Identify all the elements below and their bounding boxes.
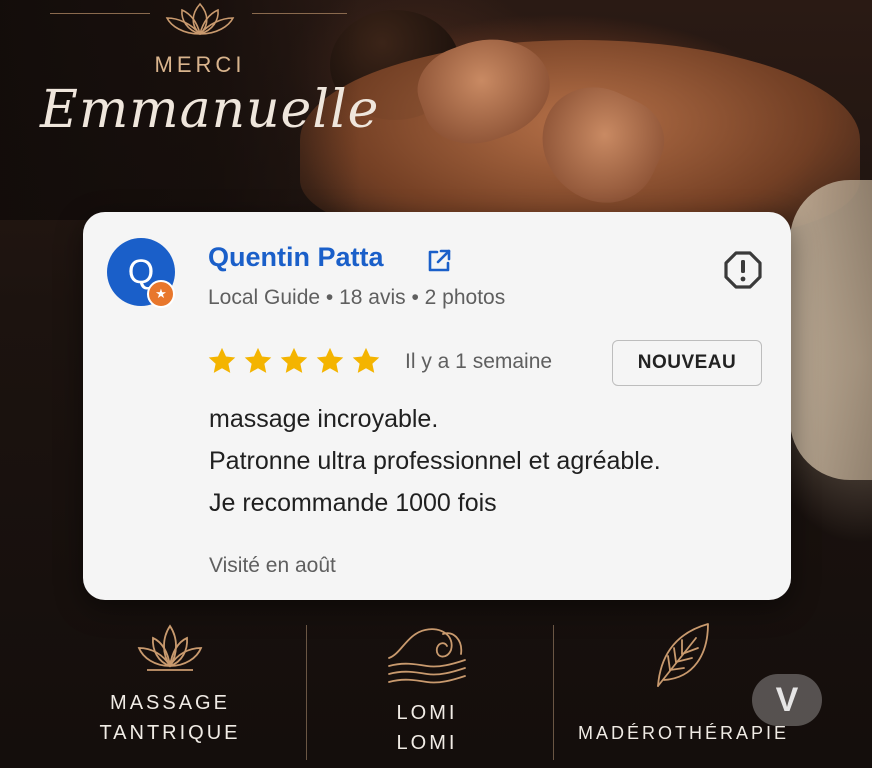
feature-lomi-lomi: LOMI LOMI (342, 620, 512, 758)
visited-date: Visité en août (209, 554, 336, 577)
feature-massage-tantrique: MASSAGE TANTRIQUE (80, 620, 260, 748)
review-line: Je recommande 1000 fois (209, 489, 497, 517)
review-card: Q ★ Quentin Patta Local Guide • 18 avis … (83, 212, 791, 600)
external-link-icon[interactable] (426, 248, 452, 274)
rating-stars (207, 346, 381, 376)
review-line: massage incroyable. (209, 405, 439, 433)
review-time: Il y a 1 semaine (405, 350, 553, 373)
header-line-right (252, 13, 347, 14)
new-badge: NOUVEAU (612, 340, 762, 386)
feature-maderotherapie: MADÉROTHÉRAPIE (578, 620, 786, 748)
lotus-icon (137, 624, 203, 671)
merci-heading: MERCI (154, 52, 246, 77)
header-line-left (50, 13, 150, 14)
star-icon (244, 347, 272, 373)
feature-label-line1: MASSAGE (110, 692, 230, 714)
review-text: massage incroyable. Patronne ultra profe… (209, 398, 661, 524)
local-guide-star-icon: ★ (147, 280, 175, 308)
name-script: Emmanuelle (40, 80, 380, 140)
reviewer-name[interactable]: Quentin Patta (208, 242, 384, 273)
lotus-icon (165, 2, 235, 36)
watermark-logo: V (752, 674, 822, 726)
feature-label-line1: MADÉROTHÉRAPIE (578, 723, 790, 743)
review-line: Patronne ultra professionnel et agréable… (209, 447, 661, 475)
star-icon (316, 347, 344, 373)
feature-label-line2: LOMI (396, 732, 458, 754)
star-icon (352, 347, 380, 373)
feature-label-line1: LOMI (396, 702, 458, 724)
reviewer-meta: Local Guide • 18 avis • 2 photos (208, 286, 506, 309)
feature-label-line2: TANTRIQUE (99, 722, 241, 744)
divider (306, 625, 307, 760)
leaf-icon (657, 623, 709, 687)
report-icon[interactable] (723, 250, 763, 290)
star-icon (208, 347, 236, 373)
towel (790, 180, 872, 480)
star-icon (280, 347, 308, 373)
wave-icon (388, 628, 466, 684)
divider (553, 625, 554, 760)
